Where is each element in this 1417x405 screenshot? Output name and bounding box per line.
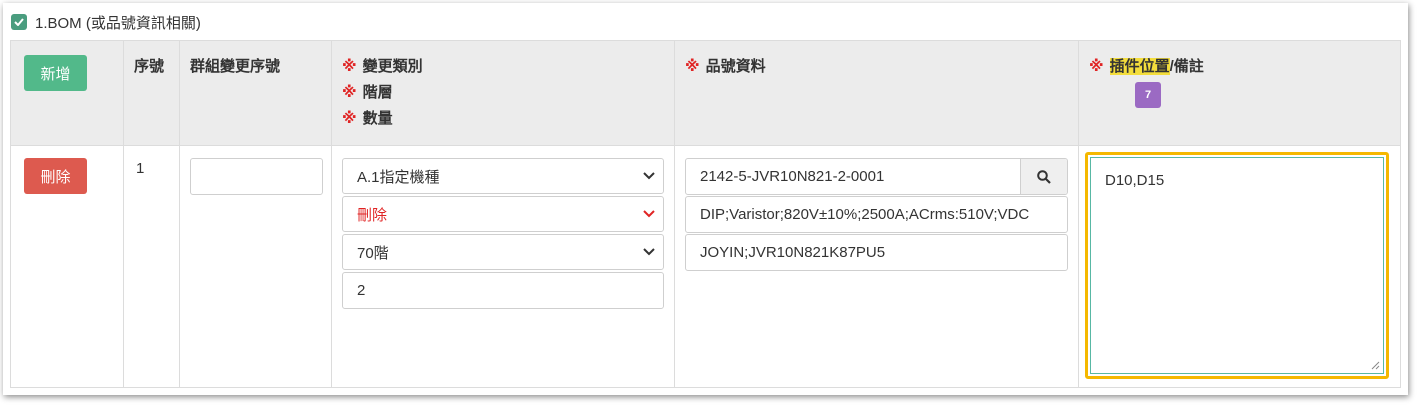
remark-textarea[interactable]: D10,D15 bbox=[1090, 157, 1384, 374]
part-spec-value: JOYIN;JVR10N821K87PU5 bbox=[700, 244, 886, 261]
row-seq: 1 bbox=[136, 160, 145, 177]
part-desc-input[interactable]: DIP;Varistor;820V±10%;2500A;ACrms:510V;V… bbox=[685, 196, 1068, 233]
add-button[interactable]: 新增 bbox=[24, 55, 87, 91]
quantity-input[interactable]: 2 bbox=[342, 272, 664, 309]
required-mark: ※ bbox=[342, 58, 357, 75]
action-value: 刪除 bbox=[357, 206, 388, 224]
section-checkbox[interactable] bbox=[11, 14, 27, 30]
part-spec-input[interactable]: JOYIN;JVR10N821K87PU5 bbox=[685, 234, 1068, 271]
part-info-header: ※ 品號資料 bbox=[685, 55, 766, 76]
remark-suffix: /備註 bbox=[1169, 58, 1204, 75]
search-button[interactable] bbox=[1020, 159, 1067, 194]
quantity-header: 數量 bbox=[362, 110, 393, 127]
required-mark: ※ bbox=[342, 110, 357, 127]
required-mark: ※ bbox=[1089, 58, 1104, 75]
change-header: ※ 變更類別 ※ 階層 ※ 數量 bbox=[342, 55, 423, 133]
resize-grip-icon[interactable] bbox=[1371, 361, 1380, 370]
group-seq-header: 群組變更序號 bbox=[190, 58, 281, 75]
chevron-down-icon bbox=[643, 210, 655, 218]
quantity-value: 2 bbox=[357, 282, 366, 299]
level-select[interactable]: 70階 bbox=[342, 234, 664, 270]
change-type-select[interactable]: A.1指定機種 bbox=[342, 158, 664, 194]
position-highlight: 插件位置 bbox=[1109, 58, 1170, 75]
section-header: 1.BOM (或品號資訊相關) bbox=[11, 11, 201, 33]
remark-focus-ring: D10,D15 bbox=[1085, 152, 1389, 379]
seq-header: 序號 bbox=[134, 58, 165, 75]
group-seq-input[interactable] bbox=[190, 158, 323, 195]
part-no-value: 2142-5-JVR10N821-2-0001 bbox=[700, 168, 885, 185]
table-row: 刪除 1 A.1指定機種 刪除 70階 2 2142-5-JVR10N821-2… bbox=[10, 145, 1401, 388]
required-mark: ※ bbox=[342, 84, 357, 101]
required-mark: ※ bbox=[685, 58, 700, 75]
table-header-row: 新增 序號 群組變更序號 ※ 變更類別 ※ 階層 ※ 數量 ※ 品號資料 ※ 插… bbox=[10, 40, 1401, 146]
part-info-label: 品號資料 bbox=[705, 58, 766, 75]
level-value: 70階 bbox=[357, 244, 389, 262]
level-header: 階層 bbox=[362, 84, 393, 101]
bom-panel: 1.BOM (或品號資訊相關) 新增 序號 群組變更序號 ※ 變更類別 ※ 階層 ※… bbox=[3, 3, 1408, 395]
delete-button[interactable]: 刪除 bbox=[24, 158, 87, 194]
action-select[interactable]: 刪除 bbox=[342, 196, 664, 232]
section-title: 1.BOM (或品號資訊相關) bbox=[35, 14, 201, 32]
count-badge: 7 bbox=[1135, 82, 1161, 108]
bom-table: 新增 序號 群組變更序號 ※ 變更類別 ※ 階層 ※ 數量 ※ 品號資料 ※ 插… bbox=[10, 40, 1401, 388]
search-icon bbox=[1037, 169, 1051, 184]
change-type-value: A.1指定機種 bbox=[357, 168, 440, 186]
change-type-header: 變更類別 bbox=[362, 58, 423, 75]
checkmark-icon bbox=[14, 18, 24, 26]
chevron-down-icon bbox=[643, 248, 655, 256]
part-desc-value: DIP;Varistor;820V±10%;2500A;ACrms:510V;V… bbox=[700, 206, 1030, 223]
chevron-down-icon bbox=[643, 172, 655, 180]
remark-value: D10,D15 bbox=[1105, 172, 1165, 189]
remark-header: ※ 插件位置/備註 bbox=[1089, 55, 1204, 76]
part-no-input[interactable]: 2142-5-JVR10N821-2-0001 bbox=[685, 158, 1068, 195]
